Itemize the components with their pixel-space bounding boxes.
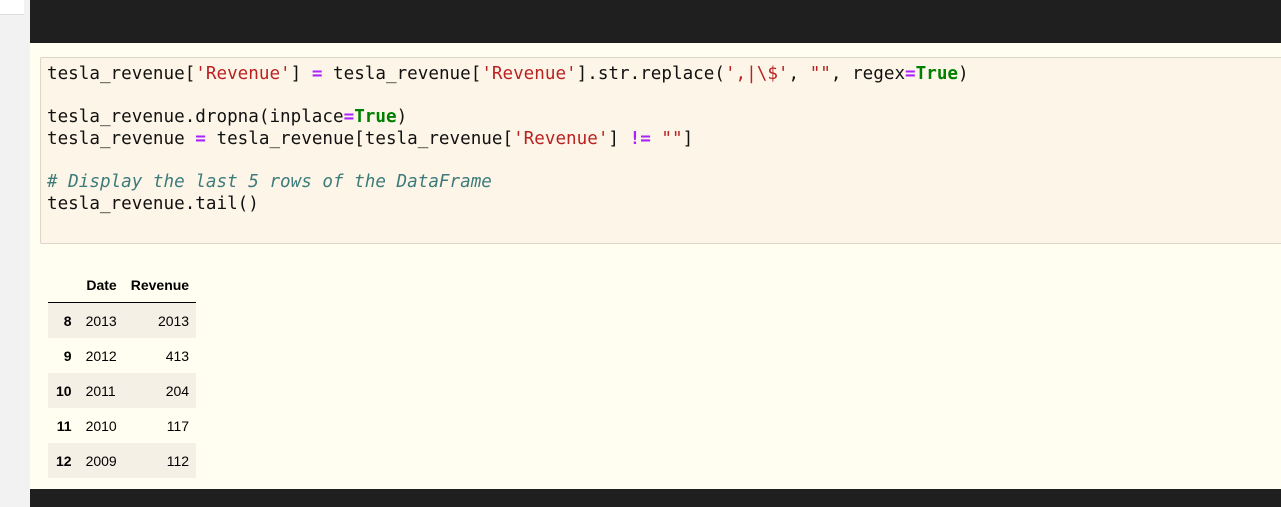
- code-operator: =: [195, 129, 206, 150]
- bottom-bar: [30, 489, 1281, 507]
- column-header-date: Date: [78, 268, 124, 303]
- code-string: "": [661, 129, 683, 150]
- row-index: 11: [56, 417, 72, 434]
- date-cell: 2011: [85, 382, 116, 399]
- code-operator: =: [905, 64, 916, 84]
- code-string: 'Revenue': [513, 129, 609, 150]
- table-row: 9 2012 413: [48, 338, 196, 373]
- code-text: tesla_revenue: [47, 129, 196, 150]
- code-line: tesla_revenue['Revenue'] = tesla_revenue…: [47, 64, 969, 86]
- code-text: ): [958, 64, 969, 84]
- code-text: tesla_revenue[tesla_revenue[: [205, 129, 514, 150]
- dataframe-table: Date Revenue 8 2013 2013 9 2012 413 10 2…: [48, 268, 197, 478]
- code-text: ].str.replace(: [576, 64, 725, 84]
- table-header-row: Date Revenue: [48, 268, 197, 303]
- code-text: ): [396, 107, 408, 128]
- code-text: tesla_revenue.tail(): [47, 194, 259, 215]
- row-index: 8: [63, 312, 72, 329]
- code-text: ]: [682, 129, 694, 150]
- row-index: 10: [56, 382, 72, 399]
- code-keyword: True: [915, 64, 959, 84]
- code-keyword: True: [354, 107, 397, 128]
- code-text: tesla_revenue[: [322, 64, 482, 84]
- code-text: ]: [290, 64, 312, 84]
- revenue-cell: 2013: [157, 312, 190, 329]
- code-line: tesla_revenue.dropna(inplace=True): [47, 107, 969, 129]
- notebook-area: tesla_revenue['Revenue'] = tesla_revenue…: [30, 0, 1281, 507]
- cell-output: Date Revenue 8 2013 2013 9 2012 413 10 2…: [48, 268, 197, 478]
- row-index: 12: [56, 452, 72, 469]
- code-comment: # Display the last 5 rows of the DataFra…: [47, 172, 492, 193]
- code-string: ',|\$': [724, 64, 789, 84]
- code-text: , regex: [830, 64, 906, 84]
- code-cell[interactable]: tesla_revenue['Revenue'] = tesla_revenue…: [40, 57, 1281, 244]
- code-line: # Display the last 5 rows of the DataFra…: [47, 172, 969, 194]
- code-string: 'Revenue': [481, 64, 577, 84]
- date-cell: 2012: [85, 347, 117, 364]
- date-cell: 2009: [85, 452, 117, 469]
- revenue-cell: 204: [165, 382, 190, 399]
- code-line: tesla_revenue = tesla_revenue[tesla_reve…: [47, 129, 969, 151]
- table-row: 8 2013 2013: [48, 302, 197, 338]
- code-operator: =: [343, 107, 355, 128]
- code-text: ]: [608, 129, 630, 150]
- code-text: tesla_revenue[: [47, 64, 196, 84]
- top-toolbar: [30, 0, 1281, 43]
- date-cell: 2013: [85, 312, 117, 329]
- code-operator: !=: [629, 129, 651, 150]
- left-gutter: [0, 0, 30, 507]
- row-index: 9: [63, 347, 72, 364]
- revenue-cell: 112: [166, 452, 190, 469]
- code-text: tesla_revenue.dropna(inplace: [47, 107, 344, 128]
- revenue-cell: 413: [165, 347, 190, 364]
- column-header-revenue: Revenue: [123, 268, 197, 303]
- code-operator: =: [311, 64, 323, 84]
- code-editor[interactable]: tesla_revenue['Revenue'] = tesla_revenue…: [47, 64, 969, 216]
- code-text: ,: [788, 64, 810, 84]
- revenue-cell: 117: [166, 417, 190, 434]
- code-string: "": [809, 64, 831, 84]
- index-header: [48, 268, 79, 303]
- date-cell: 2010: [85, 417, 117, 434]
- table-row: 11 2010 117: [48, 408, 196, 443]
- code-string: 'Revenue': [195, 64, 291, 84]
- table-row: 12 2009 112: [48, 443, 197, 478]
- code-line: tesla_revenue.tail(): [47, 194, 969, 216]
- gutter-tab: [0, 0, 24, 15]
- table-row: 10 2011 204: [48, 373, 197, 408]
